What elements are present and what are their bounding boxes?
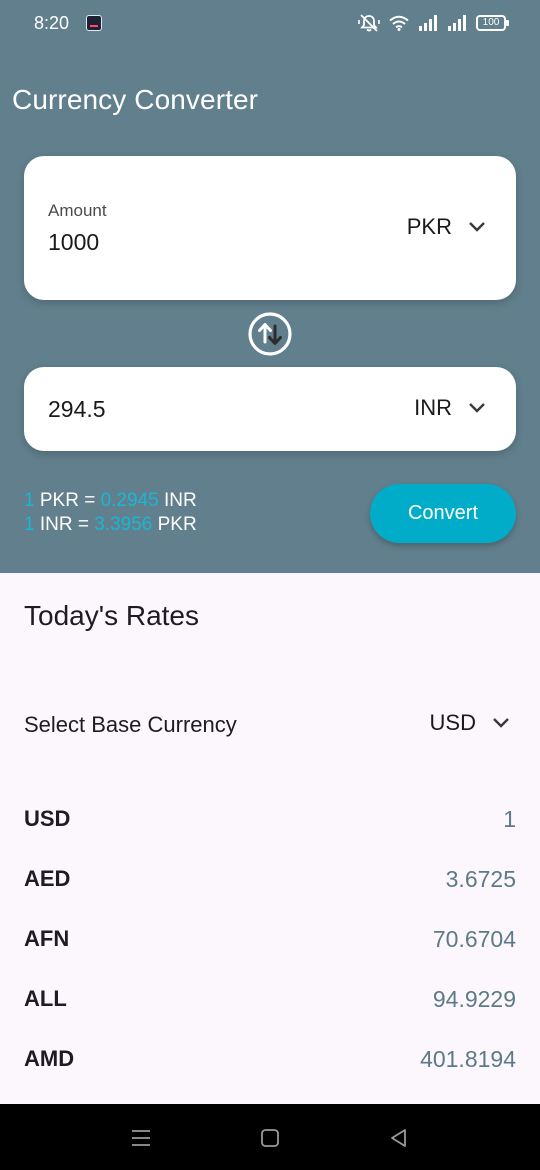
back-icon[interactable] bbox=[387, 1126, 411, 1150]
app-title: Currency Converter bbox=[12, 84, 259, 115]
convert-button[interactable]: Convert bbox=[370, 484, 516, 543]
chevron-down-icon bbox=[493, 718, 509, 728]
rate-currency-code: AMD bbox=[24, 1046, 75, 1071]
rate-row: AED 3.6725 bbox=[24, 858, 516, 898]
rate-value: 3.6725 bbox=[445, 866, 516, 892]
from-currency-dropdown[interactable]: PKR bbox=[407, 214, 486, 240]
rate-value: 1 bbox=[503, 806, 516, 832]
status-bar: 8:20 100 bbox=[0, 0, 540, 48]
result-value: 294.5 bbox=[48, 396, 106, 422]
inverse-rate-line: 1 INR = 3.3956 PKR bbox=[24, 514, 197, 535]
rate-value: 401.8194 bbox=[420, 1046, 516, 1072]
rate-currency-code: AED bbox=[24, 866, 71, 891]
menu-icon[interactable] bbox=[129, 1126, 153, 1150]
status-time: 8:20 bbox=[34, 13, 70, 33]
system-navigation-bar bbox=[0, 1104, 540, 1170]
to-currency-dropdown[interactable]: INR bbox=[414, 395, 486, 421]
header-panel: 8:20 100 Currency Converter Amount 1000 … bbox=[0, 0, 540, 573]
signal-icon bbox=[419, 15, 437, 31]
wifi-icon bbox=[389, 15, 409, 31]
home-icon[interactable] bbox=[258, 1126, 282, 1150]
rate-row: AFN 70.6704 bbox=[24, 918, 516, 958]
signal-icon bbox=[448, 15, 466, 31]
mute-icon bbox=[358, 14, 380, 32]
amount-card: Amount 1000 PKR bbox=[24, 156, 516, 300]
rate-row: AMD 401.8194 bbox=[24, 1038, 516, 1078]
to-currency-code: INR bbox=[414, 395, 452, 420]
base-currency-code: USD bbox=[429, 710, 476, 735]
amount-input[interactable]: 1000 bbox=[48, 229, 99, 256]
rate-value: 94.9229 bbox=[432, 986, 516, 1012]
app-notification-icon bbox=[86, 15, 102, 31]
rate-row: USD 1 bbox=[24, 798, 516, 838]
result-card: 294.5 INR bbox=[24, 367, 516, 451]
battery-icon: 100 bbox=[476, 15, 509, 31]
base-currency-dropdown[interactable]: USD bbox=[430, 710, 510, 736]
rate-currency-code: USD bbox=[24, 806, 71, 831]
base-currency-label: Select Base Currency bbox=[24, 712, 237, 737]
rate-currency-code: AFN bbox=[24, 926, 70, 951]
amount-label: Amount bbox=[48, 201, 107, 220]
rate-value: 70.6704 bbox=[432, 926, 516, 952]
rate-currency-code: ALL bbox=[24, 986, 67, 1011]
chevron-down-icon bbox=[469, 222, 485, 232]
chevron-down-icon bbox=[469, 403, 485, 413]
todays-rates-title: Today's Rates bbox=[24, 600, 199, 631]
from-currency-code: PKR bbox=[406, 214, 452, 239]
swap-currencies-icon[interactable] bbox=[247, 311, 293, 357]
exchange-rate-line: 1 PKR = 0.2945 INR bbox=[24, 490, 197, 511]
rate-row: ALL 94.9229 bbox=[24, 978, 516, 1018]
base-currency-row: Select Base Currency USD bbox=[24, 702, 516, 746]
